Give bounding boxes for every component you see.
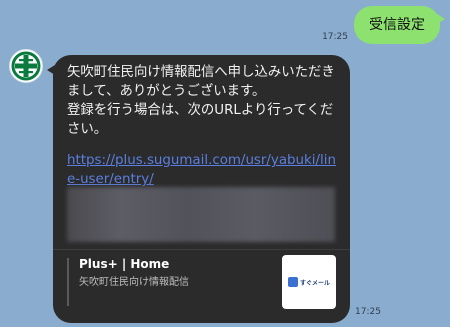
received-message-bubble[interactable]: 矢吹町住民向け情報配信へ申し込みいただきまして、ありがとうございます。 登録を行…	[47, 55, 350, 323]
thumbnail-logo-text: すぐメール	[299, 279, 330, 287]
received-timestamp: 17:25	[355, 307, 381, 317]
sent-message-bubble[interactable]: 受信設定	[354, 6, 445, 44]
received-message-text: 矢吹町住民向け情報配信へ申し込みいただきまして、ありがとうございます。 登録を行…	[67, 65, 335, 137]
link-preview-thumbnail[interactable]: すぐメール	[282, 255, 336, 309]
sent-message-row: 17:25 受信設定	[322, 6, 445, 44]
town-emblem-icon[interactable]	[9, 49, 43, 83]
link-preview-subtitle: 矢吹町住民向け情報配信	[79, 277, 189, 288]
redacted-content	[67, 187, 335, 242]
sent-timestamp: 17:25	[322, 32, 348, 42]
registration-link[interactable]: https://plus.sugumail.com/usr/yabuki/lin…	[67, 151, 342, 189]
avatar-emblem-graphic	[11, 51, 41, 81]
preview-divider	[53, 249, 350, 250]
sugumail-logo-icon	[287, 277, 298, 287]
preview-accent-bar	[67, 258, 69, 306]
link-preview-title[interactable]: Plus+ | Home	[79, 257, 169, 271]
